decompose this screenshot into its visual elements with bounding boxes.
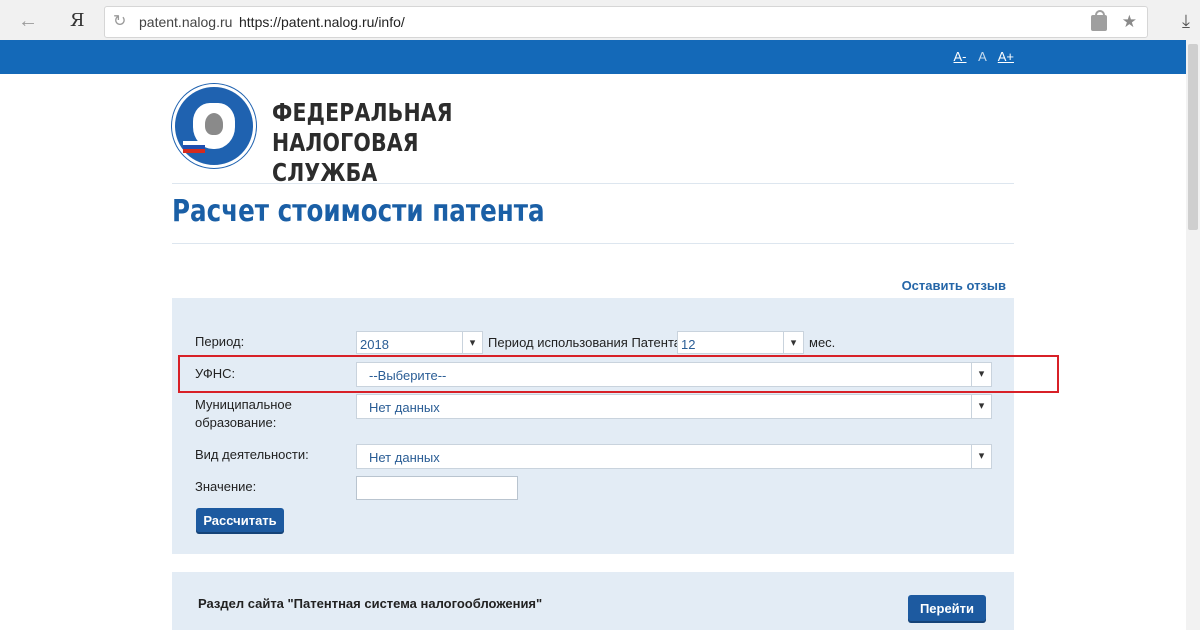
back-arrow-icon[interactable]: ← bbox=[16, 9, 40, 33]
chevron-down-icon: ▾ bbox=[971, 445, 991, 468]
header-divider bbox=[172, 183, 1014, 184]
reload-icon[interactable]: ↻ bbox=[113, 12, 131, 32]
usage-select-value: 12 bbox=[681, 337, 696, 352]
value-input[interactable] bbox=[356, 476, 518, 500]
period-select[interactable]: 2018 ▾ bbox=[356, 331, 483, 354]
organization-title[interactable]: ФЕДЕРАЛЬНАЯ НАЛОГОВАЯ СЛУЖБА bbox=[272, 98, 485, 188]
municipal-label-line1: Муниципальное bbox=[195, 397, 292, 412]
url-text[interactable]: https://patent.nalog.ru/info/ bbox=[239, 14, 405, 30]
browser-toolbar: ← Я ↻ patent.nalog.ru https://patent.nal… bbox=[0, 0, 1200, 44]
org-title-line1: ФЕДЕРАЛЬНАЯ bbox=[272, 98, 453, 127]
russian-flag-icon bbox=[183, 141, 205, 153]
value-label: Значение: bbox=[195, 479, 257, 494]
bookmark-star-icon[interactable]: ★ bbox=[1122, 11, 1137, 33]
municipal-label-line2: образование: bbox=[195, 415, 277, 430]
municipal-select-value: Нет данных bbox=[369, 400, 440, 415]
activity-select[interactable]: Нет данных ▾ bbox=[356, 444, 992, 469]
org-title-line2: НАЛОГОВАЯ СЛУЖБА bbox=[272, 128, 419, 187]
yandex-logo[interactable]: Я bbox=[70, 10, 85, 31]
patent-usage-period-select[interactable]: 12 ▾ bbox=[677, 331, 804, 354]
site-top-strip: A- A A+ bbox=[0, 40, 1186, 74]
chevron-down-icon: ▾ bbox=[462, 332, 482, 353]
chevron-down-icon: ▾ bbox=[971, 395, 991, 418]
download-icon[interactable]: ⤓ bbox=[1182, 10, 1190, 32]
months-unit-label: мес. bbox=[809, 335, 836, 350]
font-normal-link[interactable]: A bbox=[978, 49, 986, 64]
municipal-select[interactable]: Нет данных ▾ bbox=[356, 394, 992, 419]
title-divider bbox=[172, 243, 1014, 244]
patent-section-text: Раздел сайта "Патентная система налогооб… bbox=[198, 596, 543, 611]
activity-label: Вид деятельности: bbox=[195, 447, 309, 462]
address-bar[interactable]: ↻ patent.nalog.ru https://patent.nalog.r… bbox=[104, 6, 1148, 38]
leave-feedback-link[interactable]: Оставить отзыв bbox=[902, 278, 1006, 293]
period-select-value: 2018 bbox=[360, 337, 389, 352]
fns-emblem-logo[interactable] bbox=[172, 84, 256, 168]
font-larger-link[interactable]: A+ bbox=[998, 49, 1014, 64]
eagle-icon bbox=[205, 113, 223, 135]
chevron-down-icon: ▾ bbox=[783, 332, 803, 353]
patent-section-panel: Раздел сайта "Патентная система налогооб… bbox=[172, 572, 1014, 630]
scrollbar-thumb[interactable] bbox=[1188, 44, 1198, 230]
activity-select-value: Нет данных bbox=[369, 450, 440, 465]
patent-usage-period-label: Период использования Патента: bbox=[488, 335, 685, 350]
font-smaller-link[interactable]: A- bbox=[954, 49, 967, 64]
municipal-label: Муниципальное образование: bbox=[195, 396, 292, 432]
url-domain: patent.nalog.ru bbox=[139, 14, 233, 30]
lock-icon[interactable] bbox=[1091, 10, 1107, 31]
period-label: Период: bbox=[195, 334, 245, 349]
calculate-button[interactable]: Рассчитать bbox=[196, 508, 284, 534]
page-title: Расчет стоимости патента bbox=[172, 194, 545, 229]
font-size-controls: A- A A+ bbox=[946, 49, 1014, 64]
page-scrollbar[interactable] bbox=[1186, 40, 1200, 630]
ufns-highlight-frame bbox=[178, 355, 1059, 393]
go-button[interactable]: Перейти bbox=[908, 595, 986, 623]
